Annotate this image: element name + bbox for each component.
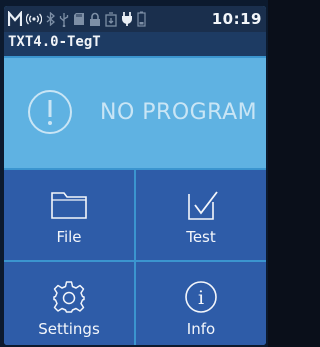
info-label: Info <box>186 320 216 338</box>
title-bar: TXT4.0-TegT <box>4 32 266 56</box>
no-program-label: NO PROGRAM <box>100 100 258 125</box>
info-icon: i <box>185 281 217 313</box>
power-plug-icon <box>122 12 132 26</box>
checkbox-icon <box>188 191 218 220</box>
file-button[interactable]: File <box>4 170 134 260</box>
file-label: File <box>56 228 82 246</box>
status-icons <box>8 9 146 29</box>
memory-card-icon <box>74 13 84 25</box>
status-bar: 10:19 <box>4 6 266 32</box>
gear-icon <box>53 281 85 313</box>
settings-button[interactable]: Settings <box>4 262 134 345</box>
lock-icon <box>90 12 100 26</box>
usb-icon <box>59 12 69 27</box>
exclamation-circle-icon <box>28 90 72 134</box>
test-button[interactable]: Test <box>136 170 266 260</box>
update-icon <box>105 11 117 27</box>
settings-label: Settings <box>38 320 100 338</box>
folder-icon <box>51 192 87 219</box>
clock: 10:19 <box>211 10 262 28</box>
touch-screen: 10:19 TXT4.0-TegT NO PROGRAM File Test S… <box>4 6 266 345</box>
test-label: Test <box>186 228 216 246</box>
bluetooth-icon <box>46 12 55 26</box>
battery-icon <box>137 11 146 27</box>
svg-text:i: i <box>198 287 204 309</box>
info-button[interactable]: i Info <box>136 262 266 345</box>
program-status-banner[interactable]: NO PROGRAM <box>4 58 266 168</box>
m-icon <box>8 11 22 26</box>
wireless-broadcast-icon <box>26 13 42 25</box>
device-name: TXT4.0-TegT <box>8 34 101 50</box>
device-bezel: 10:19 TXT4.0-TegT NO PROGRAM File Test S… <box>0 0 268 347</box>
